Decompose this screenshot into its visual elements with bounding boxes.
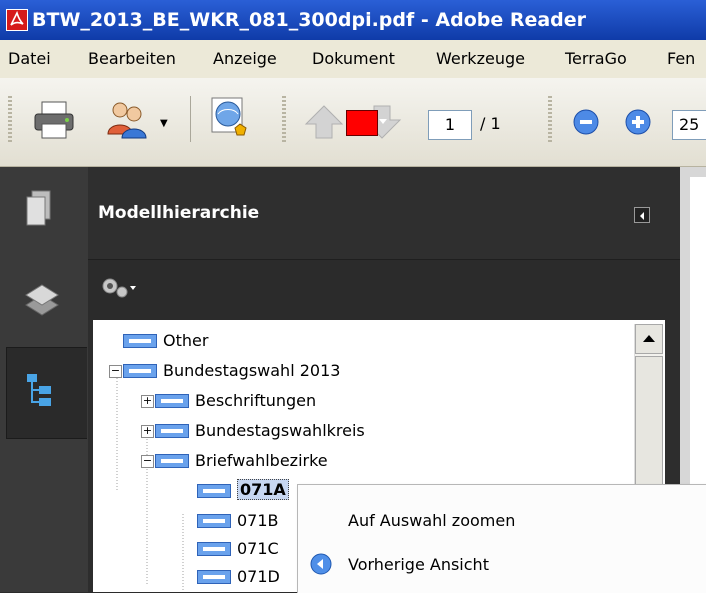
layer-icon (123, 364, 157, 378)
tree-item-label: 071A (237, 479, 289, 500)
zoom-in-icon[interactable] (624, 108, 652, 136)
model-tree-icon (27, 374, 51, 406)
zoom-out-icon[interactable] (572, 108, 600, 136)
collapse-icon[interactable]: − (109, 365, 122, 378)
pages-icon (26, 190, 51, 226)
print-icon[interactable] (32, 100, 76, 140)
layers-icon (25, 284, 59, 316)
menu-werkzeuge[interactable]: Werkzeuge (436, 49, 525, 68)
panel-collapse-button[interactable] (634, 207, 650, 223)
zoom-input[interactable]: 25 (672, 110, 706, 140)
layers-tab[interactable] (6, 259, 86, 349)
tree-item-label: 071C (237, 539, 279, 558)
panel-title: Modellhierarchie (98, 203, 260, 223)
tree-item-label: 071D (237, 567, 280, 586)
menu-item-zoom-to-selection[interactable]: Auf Auswahl zoomen (348, 511, 515, 530)
chevron-left-icon (640, 212, 644, 220)
highlight-color-swatch[interactable] (346, 110, 378, 136)
page-total: / 1 (480, 114, 501, 133)
gear-icon[interactable] (98, 274, 138, 304)
layer-icon (197, 570, 231, 584)
expand-icon[interactable]: + (141, 395, 154, 408)
context-menu: Auf Auswahl zoomen Vorherige Ansicht (297, 484, 706, 593)
expand-icon[interactable]: + (141, 425, 154, 438)
toolbar-grip[interactable] (548, 96, 552, 142)
panel-toolbar (88, 260, 680, 320)
pages-tab[interactable] (6, 167, 86, 257)
tree-item-label: Bundestagswahlkreis (195, 421, 365, 440)
acrobat-icon (6, 9, 28, 31)
navigation-rail (0, 167, 88, 592)
window-title: BTW_2013_BE_WKR_081_300dpi.pdf - Adobe R… (32, 9, 587, 31)
collaborate-users-icon[interactable] (104, 98, 152, 142)
menu-anzeige[interactable]: Anzeige (213, 49, 277, 68)
tree-item-label: Beschriftungen (195, 391, 317, 410)
toolbar-grip[interactable] (8, 96, 12, 142)
chevron-down-icon[interactable] (378, 116, 388, 126)
layer-icon (123, 334, 157, 348)
menu-bearbeiten[interactable]: Bearbeiten (88, 49, 176, 68)
menu-dokument[interactable]: Dokument (312, 49, 395, 68)
tree-item-label: Briefwahlbezirke (195, 451, 328, 470)
layer-icon (197, 484, 231, 498)
layer-icon (155, 454, 189, 468)
model-tree-tab[interactable] (6, 347, 87, 439)
menu-terrago[interactable]: TerraGo (565, 49, 627, 68)
tree-item-label: 071B (237, 511, 279, 530)
layer-icon (155, 424, 189, 438)
scroll-up-button[interactable] (635, 324, 663, 354)
chevron-up-icon (643, 335, 655, 342)
toolbar-grip[interactable] (282, 96, 286, 142)
secure-document-icon[interactable] (206, 96, 256, 144)
menu-datei[interactable]: Datei (8, 49, 51, 68)
layer-icon (197, 514, 231, 528)
collapse-icon[interactable]: − (141, 455, 154, 468)
page-number-input[interactable]: 1 (428, 110, 472, 140)
tree-item-label: Other (163, 331, 209, 350)
menu-item-previous-view[interactable]: Vorherige Ansicht (348, 555, 489, 574)
title-bar: BTW_2013_BE_WKR_081_300dpi.pdf - Adobe R… (0, 0, 706, 40)
panel-header: Modellhierarchie (88, 167, 680, 260)
menu-fenster[interactable]: Fen (667, 49, 695, 68)
arrow-up-icon[interactable] (304, 104, 344, 140)
layer-icon (155, 394, 189, 408)
toolbar-separator (190, 96, 191, 142)
back-arrow-icon (310, 553, 332, 575)
menu-bar: Datei Bearbeiten Anzeige Dokument Werkze… (0, 40, 706, 79)
tree-item-label: Bundestagswahl 2013 (163, 361, 341, 380)
layer-icon (197, 542, 231, 556)
chevron-down-icon[interactable]: ▼ (160, 118, 168, 129)
